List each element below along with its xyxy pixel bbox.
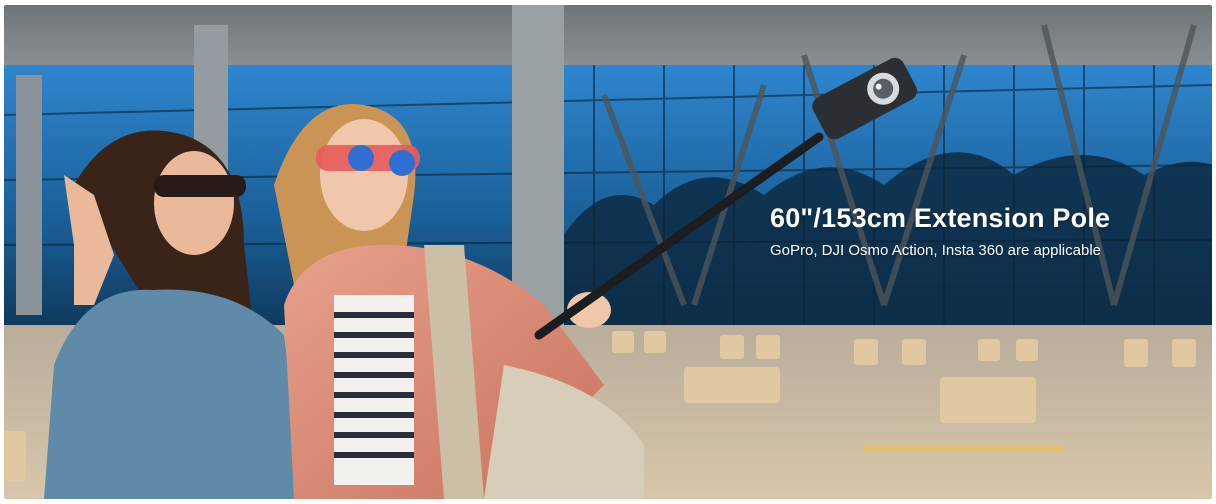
pillar-center (512, 5, 564, 335)
pillar-left (16, 75, 42, 315)
subheadline: GoPro, DJI Osmo Action, Insta 360 are ap… (770, 242, 1102, 259)
road-line (864, 445, 1064, 451)
banner-copy: 60"/153cm Extension Pole GoPro, DJI Osmo… (770, 201, 1200, 261)
hero-banner: 60"/153cm Extension Pole GoPro, DJI Osmo… (4, 5, 1212, 499)
headline: 60"/153cm Extension Pole (770, 203, 1111, 233)
